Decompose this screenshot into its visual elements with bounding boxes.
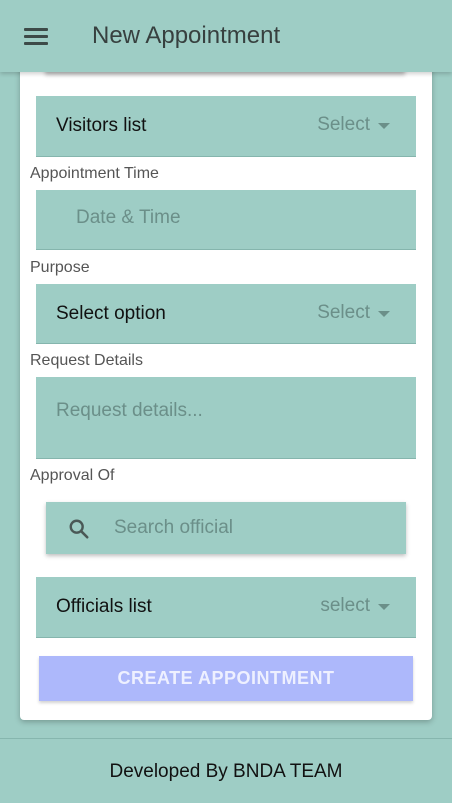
footer: Developed By BNDA TEAM — [0, 738, 452, 803]
request-details-textarea[interactable]: Request details... — [36, 377, 416, 459]
purpose-select-text: Select — [317, 302, 370, 323]
chevron-down-icon — [378, 604, 390, 610]
footer-text: Developed By BNDA TEAM — [109, 761, 343, 782]
chevron-down-icon — [378, 123, 390, 129]
chevron-down-icon — [378, 311, 390, 317]
approval-of-label: Approval Of — [30, 467, 115, 484]
date-time-input[interactable]: Date & Time — [36, 190, 416, 250]
officials-list-label: Officials list — [56, 596, 152, 617]
app-header: New Appointment — [0, 0, 452, 72]
visitors-list-label: Visitors list — [56, 115, 147, 136]
request-details-placeholder: Request details... — [56, 400, 203, 421]
appointment-time-label: Appointment Time — [30, 165, 159, 182]
search-official-input[interactable]: Search official — [46, 502, 406, 554]
request-details-label: Request Details — [30, 352, 143, 369]
officials-select-text: select — [320, 595, 370, 616]
purpose-field-label: Select option — [56, 303, 166, 324]
search-official-placeholder: Search official — [114, 517, 233, 538]
create-appointment-button[interactable]: CREATE APPOINTMENT — [39, 656, 413, 701]
officials-list-select[interactable]: Officials list select — [36, 577, 416, 638]
page-title: New Appointment — [92, 22, 281, 49]
date-time-placeholder: Date & Time — [76, 207, 181, 228]
purpose-label: Purpose — [30, 259, 90, 276]
menu-icon[interactable] — [24, 28, 48, 46]
visitors-list-select[interactable]: Visitors list Select — [36, 96, 416, 157]
search-icon — [69, 519, 89, 539]
visitors-select-text: Select — [317, 114, 370, 135]
purpose-select[interactable]: Select option Select — [36, 284, 416, 344]
